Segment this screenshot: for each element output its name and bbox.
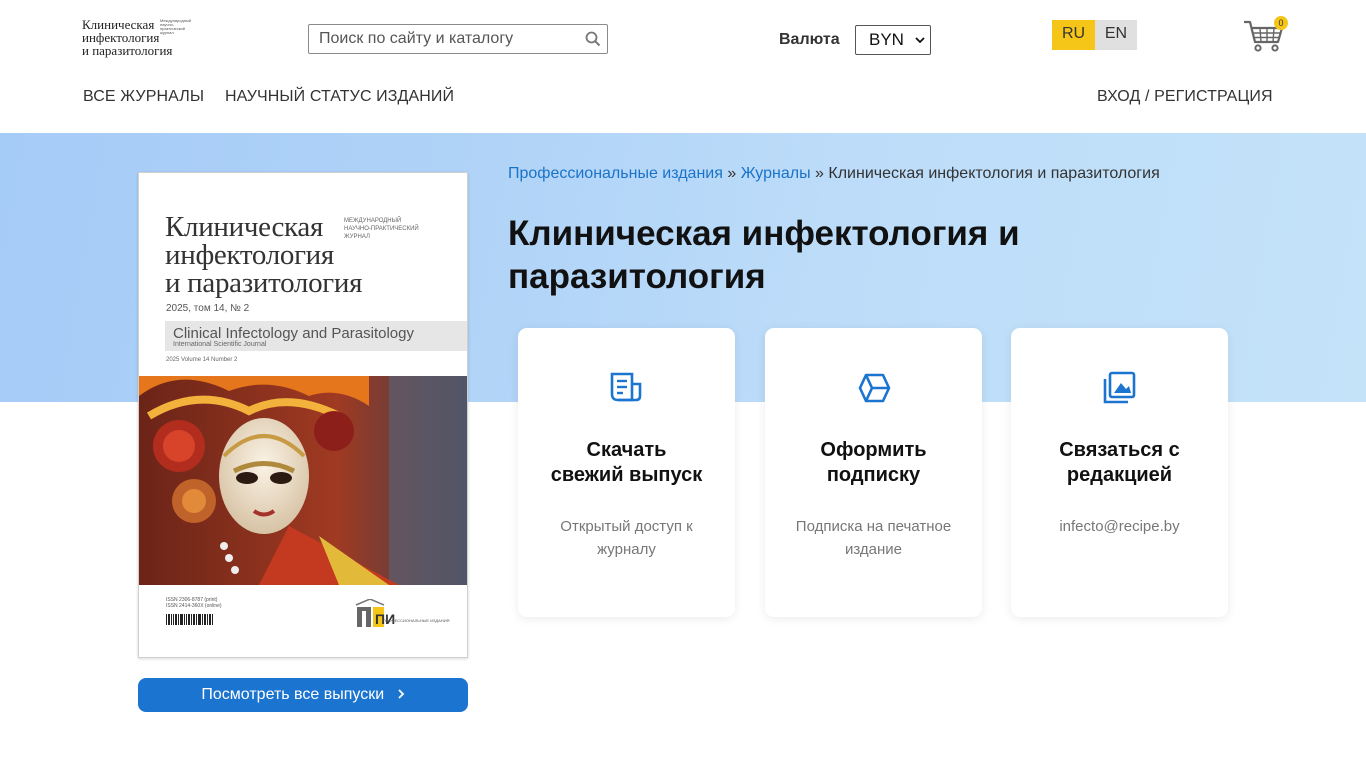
card-title-line: Скачать <box>586 439 667 461</box>
currency-label: Валюта <box>779 31 840 48</box>
chevron-down-icon <box>915 37 925 44</box>
barcode-icon <box>166 614 213 625</box>
cover-publisher-name: Профессиональные издания <box>383 618 450 623</box>
cover-title-en: Clinical Infectology and Parasitology <box>173 325 414 342</box>
chevron-right-icon <box>397 689 404 699</box>
cart-count-badge: 0 <box>1274 16 1288 30</box>
logo-tagline: Международный научно-практический журнал <box>160 18 192 35</box>
page-title-line: Клиническая инфектология и <box>508 214 1020 253</box>
breadcrumb-separator: » <box>815 165 824 182</box>
card-description: Подписка на печатное издание <box>785 515 962 561</box>
card-title-line: свежий выпуск <box>550 464 703 486</box>
journal-cover[interactable]: Клиническая инфектология и паразитология… <box>138 172 468 658</box>
nav-all-journals[interactable]: Все журналы <box>83 88 204 106</box>
breadcrumb-link-professional[interactable]: Профессиональные издания <box>508 165 723 182</box>
currency-select[interactable]: BYN <box>855 25 931 55</box>
card-title-line: Оформить <box>820 439 927 461</box>
cover-title-line: Клиническая <box>165 211 323 243</box>
cover-issue-ru: 2025, том 14, № 2 <box>166 303 250 314</box>
card-title-line: редакцией <box>1066 464 1173 486</box>
card-text-line: Открытый доступ к <box>560 518 693 535</box>
search-input[interactable] <box>309 25 579 53</box>
document-icon <box>610 372 642 402</box>
card-contact-editors[interactable]: Связаться с редакцией infecto@recipe.by <box>1011 328 1228 617</box>
card-email[interactable]: infecto@recipe.by <box>1059 518 1179 535</box>
card-title: Скачать свежий выпуск <box>518 438 735 488</box>
card-text-line: издание <box>844 541 903 558</box>
cover-issn-online: ISSN 2414-360X (online) <box>166 603 222 609</box>
nav-scientific-status[interactable]: Научный статус изданий <box>225 88 454 106</box>
search-icon[interactable] <box>585 31 601 47</box>
image-icon <box>1103 371 1136 404</box>
card-text-line: журналу <box>597 541 656 558</box>
cover-issn: ISSN 2306-8787 (print) ISSN 2414-360X (o… <box>166 597 222 609</box>
language-en-button[interactable]: EN <box>1095 20 1137 50</box>
language-ru-button[interactable]: RU <box>1052 20 1095 50</box>
site-header: Клиническая инфектология и паразитология… <box>0 0 1366 133</box>
cover-title-line: и паразитология <box>165 267 363 299</box>
card-description: Открытый доступ к журналу <box>538 515 715 561</box>
page-title-line: паразитология <box>508 257 766 296</box>
card-title: Оформить подписку <box>765 438 982 488</box>
cover-title-line: инфектология <box>165 239 334 271</box>
currency-value: BYN <box>869 30 904 49</box>
page-title: Клиническая инфектология и паразитология <box>508 212 1128 298</box>
cover-mask-image <box>139 376 467 585</box>
site-logo[interactable]: Клиническая инфектология и паразитология… <box>82 18 192 60</box>
nav-login-register[interactable]: Вход / Регистрация <box>1097 88 1273 106</box>
view-all-issues-button[interactable]: Посмотреть все выпуски <box>138 678 468 712</box>
breadcrumb: Профессиональные издания » Журналы » Кли… <box>508 165 1160 183</box>
cover-title: Клиническая инфектология и паразитология <box>165 211 363 299</box>
card-description: infecto@recipe.by <box>1031 515 1208 538</box>
card-title: Связаться с редакцией <box>1011 438 1228 488</box>
box-icon <box>858 373 891 403</box>
cover-subtitle-en: International Scientific Journal <box>173 341 267 348</box>
cover-issue-en: 2025 Volume 14 Number 2 <box>166 357 238 363</box>
breadcrumb-link-journals[interactable]: Журналы <box>741 165 811 182</box>
cover-tagline: Международный научно-практический журнал <box>344 218 419 240</box>
view-all-issues-label: Посмотреть все выпуски <box>201 686 385 703</box>
card-subscribe[interactable]: Оформить подписку Подписка на печатное и… <box>765 328 982 617</box>
card-text-line: Подписка на печатное <box>795 518 952 535</box>
card-title-line: Связаться с <box>1059 439 1180 461</box>
card-download-issue[interactable]: Скачать свежий выпуск Открытый доступ к … <box>518 328 735 617</box>
breadcrumb-separator: » <box>727 165 737 182</box>
logo-line: и паразитология <box>82 43 173 58</box>
breadcrumb-current: Клиническая инфектология и паразитология <box>828 165 1160 182</box>
card-title-line: подписку <box>826 464 921 486</box>
search-box <box>308 24 608 54</box>
publisher-logo: ПИ <box>355 599 395 627</box>
